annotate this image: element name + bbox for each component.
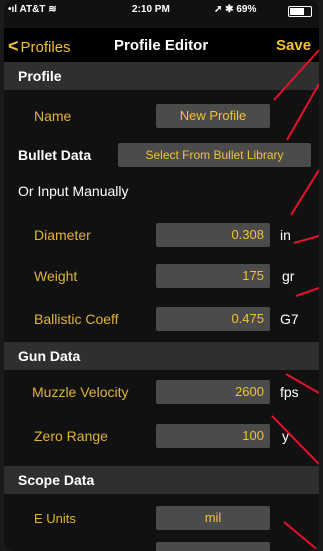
phone-screen: •ıl AT&T ≋ 2:10 PM ➚ ✱ 69% < Profiles Pro… xyxy=(4,0,319,551)
annotation-line xyxy=(285,373,319,394)
annotation-line xyxy=(286,83,319,141)
annotation-line xyxy=(273,49,319,101)
annotation-line xyxy=(271,415,319,465)
annotation-lines xyxy=(271,49,319,551)
annotation-line xyxy=(283,521,319,551)
annotation-line xyxy=(295,287,319,297)
annotation-line xyxy=(293,235,319,244)
annotation-line xyxy=(290,169,319,216)
